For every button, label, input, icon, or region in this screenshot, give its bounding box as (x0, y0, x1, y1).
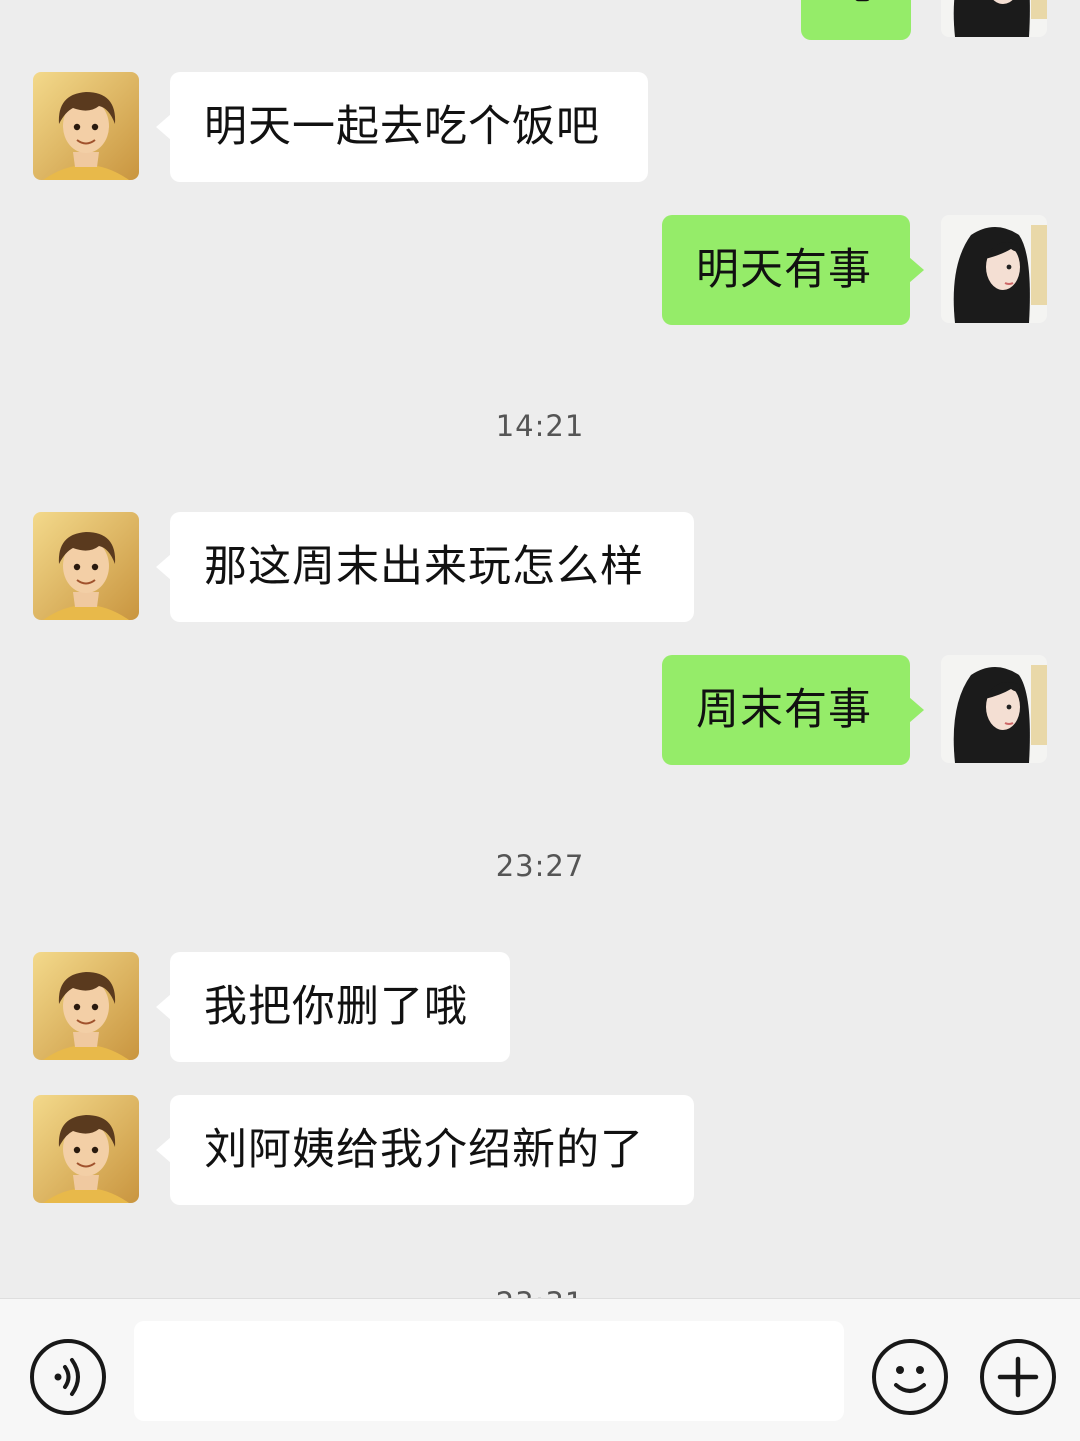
voice-input-button[interactable] (30, 1339, 106, 1415)
message-text: 明天有事 (696, 245, 872, 295)
contact-avatar[interactable] (33, 1095, 139, 1203)
message-text: 明天一起去吃个饭吧 (204, 102, 600, 152)
timestamp: 23:31 (0, 1286, 1080, 1298)
message-input[interactable] (134, 1321, 844, 1421)
message-bubble-outgoing[interactable]: 明天有事 (662, 215, 924, 325)
message-bubble-outgoing[interactable]: 周末有事 (662, 655, 924, 765)
more-functions-button[interactable] (980, 1339, 1056, 1415)
contact-avatar[interactable] (33, 512, 139, 620)
message-bubble-incoming[interactable]: 刘阿姨给我介绍新的了 (156, 1095, 694, 1205)
contact-avatar[interactable] (33, 72, 139, 180)
chat-message-list[interactable]: 嗯 明天一起去吃个饭吧 明天有事 14:21 那这周末出来玩怎么样 (0, 0, 1080, 1298)
own-avatar[interactable] (941, 215, 1047, 323)
timestamp: 23:27 (495, 849, 585, 883)
input-bar (0, 1298, 1080, 1441)
timestamp: 14:21 (495, 409, 585, 443)
contact-avatar[interactable] (33, 952, 139, 1060)
message-bubble-incoming[interactable]: 我把你删了哦 (156, 952, 510, 1062)
plus-icon (997, 1356, 1039, 1398)
emoji-icon (894, 1366, 926, 1393)
own-avatar[interactable] (941, 655, 1047, 763)
message-text: 那这周末出来玩怎么样 (204, 542, 644, 592)
message-text: 周末有事 (696, 685, 872, 735)
message-text: 嗯 (835, 0, 879, 10)
message-text: 我把你删了哦 (204, 982, 468, 1032)
message-bubble-outgoing[interactable]: 嗯 (801, 0, 911, 40)
message-bubble-incoming[interactable]: 那这周末出来玩怎么样 (156, 512, 694, 622)
own-avatar[interactable] (941, 0, 1047, 37)
message-bubble-incoming[interactable]: 明天一起去吃个饭吧 (156, 72, 648, 182)
message-text: 刘阿姨给我介绍新的了 (204, 1125, 644, 1175)
voice-icon (54, 1358, 80, 1396)
emoji-button[interactable] (872, 1339, 948, 1415)
